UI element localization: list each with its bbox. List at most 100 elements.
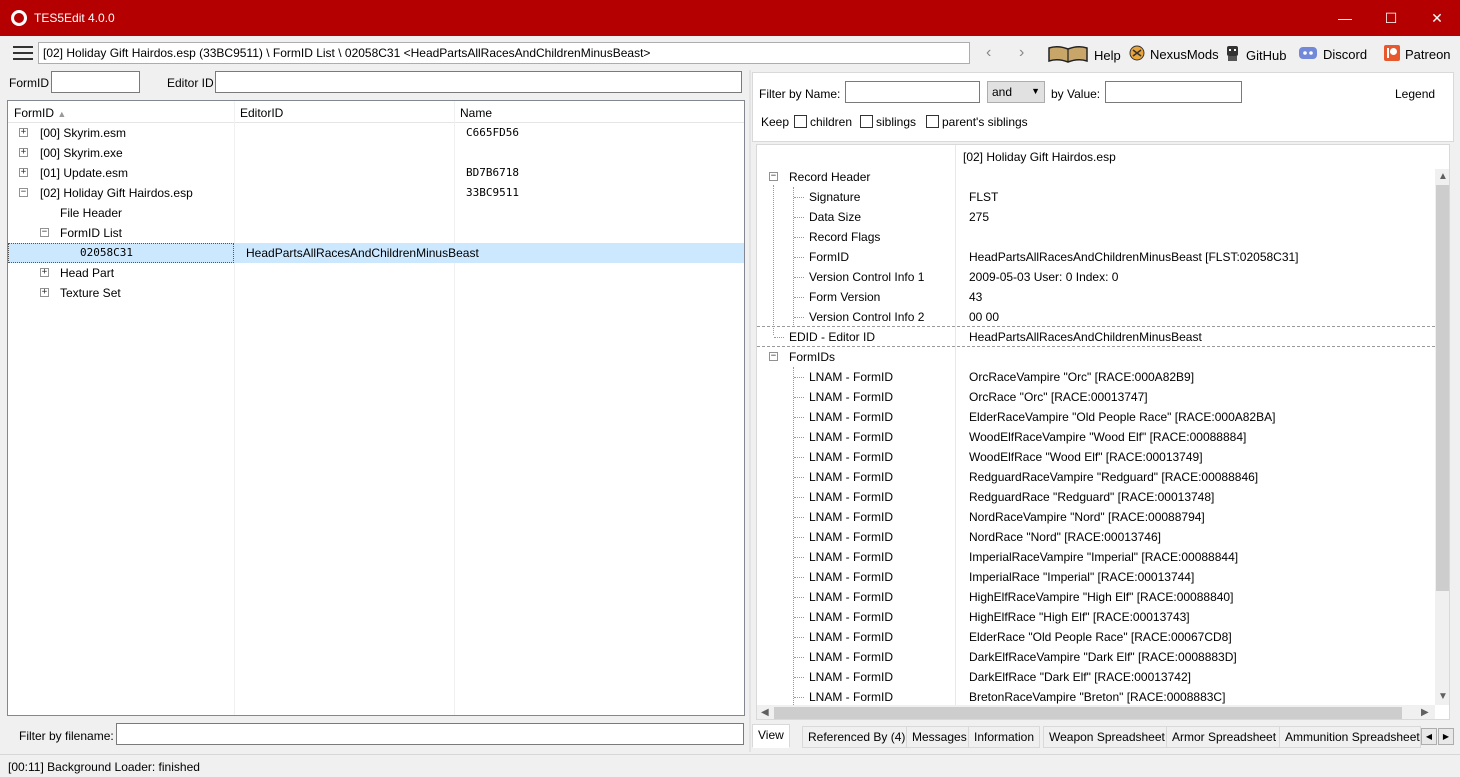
close-button[interactable]: ✕ [1414, 0, 1460, 36]
grid-row[interactable]: LNAM - FormID ElderRaceVampire "Old Peopl… [757, 407, 1435, 427]
grid-row[interactable]: Record Flags [757, 227, 1435, 247]
collapse-minus-icon[interactable]: − [769, 352, 778, 361]
left-filter-bar: FormID Editor ID [0, 70, 748, 98]
keep-parents-siblings-checkbox[interactable] [926, 115, 939, 128]
tab-messages[interactable]: Messages [906, 726, 973, 748]
tree-header: FormID ▲ EditorID Name [8, 101, 744, 128]
tab-ammunition-spreadsheet[interactable]: Ammunition Spreadsheet [1279, 726, 1421, 748]
column-header-formid[interactable]: FormID ▲ [14, 106, 66, 120]
scroll-right-icon[interactable]: ▶ [1421, 707, 1429, 718]
grid-row[interactable]: LNAM - FormID NordRace "Nord" [RACE:00013… [757, 527, 1435, 547]
record-view-grid[interactable]: [02] Holiday Gift Hairdos.esp − Record H… [756, 144, 1450, 720]
editorid-filter-input[interactable] [215, 71, 742, 93]
patreon-link[interactable]: Patreon [1384, 45, 1451, 64]
grid-row[interactable]: LNAM - FormID RedguardRace "Redguard" [RA… [757, 487, 1435, 507]
horizontal-scroll-thumb[interactable] [774, 707, 1402, 719]
tree-row[interactable]: + Head Part [8, 263, 744, 283]
filter-by-name-label: Filter by Name: [759, 87, 841, 101]
filter-by-name-input[interactable] [845, 81, 980, 103]
record-tree[interactable]: FormID ▲ EditorID Name + [00] Skyrim.esm… [7, 100, 745, 716]
nexusmods-label: NexusMods [1150, 47, 1219, 62]
scroll-left-icon[interactable]: ◀ [761, 707, 769, 718]
keep-children-checkbox[interactable] [794, 115, 807, 128]
view-filter-panel: Filter by Name: and ▼ by Value: Legend K… [752, 72, 1454, 142]
tab-armor-spreadsheet[interactable]: Armor Spreadsheet [1166, 726, 1283, 748]
column-header-editorid[interactable]: EditorID [240, 106, 283, 120]
grid-row[interactable]: LNAM - FormID HighElfRace "High Elf" [RAC… [757, 607, 1435, 627]
grid-row[interactable]: LNAM - FormID WoodElfRace "Wood Elf" [RAC… [757, 447, 1435, 467]
collapse-minus-icon[interactable]: − [769, 172, 778, 181]
filter-operator-select[interactable]: and ▼ [987, 81, 1045, 103]
horizontal-scrollbar[interactable]: ◀ ▶ [757, 705, 1435, 719]
expand-plus-icon[interactable]: + [19, 128, 28, 137]
minimize-button[interactable]: — [1322, 0, 1368, 36]
by-value-input[interactable] [1105, 81, 1242, 103]
expand-plus-icon[interactable]: + [19, 148, 28, 157]
tree-row[interactable]: File Header [8, 203, 744, 223]
grid-row[interactable]: Data Size 275 [757, 207, 1435, 227]
column-header-name[interactable]: Name [460, 106, 492, 120]
grid-row[interactable]: LNAM - FormID HighElfRaceVampire "High El… [757, 587, 1435, 607]
back-arrow-icon[interactable]: ‹ [986, 44, 991, 62]
discord-link[interactable]: Discord [1298, 45, 1367, 64]
grid-row[interactable]: LNAM - FormID BretonRaceVampire "Breton" … [757, 687, 1435, 707]
legend-button[interactable]: Legend [1395, 87, 1435, 101]
panel-splitter[interactable] [749, 70, 751, 752]
tree-row[interactable]: + [00] Skyrim.esm C665FD56 [8, 123, 744, 143]
github-link[interactable]: GitHub [1224, 45, 1286, 65]
forward-arrow-icon[interactable]: › [1019, 44, 1024, 62]
collapse-minus-icon[interactable]: − [40, 228, 49, 237]
status-bar: [00:11] Background Loader: finished [0, 754, 1460, 777]
keep-siblings-checkbox[interactable] [860, 115, 873, 128]
expand-plus-icon[interactable]: + [40, 288, 49, 297]
grid-row[interactable]: LNAM - FormID DarkElfRace "Dark Elf" [RAC… [757, 667, 1435, 687]
nexusmods-link[interactable]: NexusMods [1129, 45, 1219, 64]
grid-row[interactable]: LNAM - FormID OrcRaceVampire "Orc" [RACE:… [757, 367, 1435, 387]
edid-row[interactable]: EDID - Editor ID HeadPartsAllRacesAndChi… [757, 327, 1435, 347]
tab-scroll-right-icon[interactable]: ▶ [1438, 728, 1454, 745]
grid-row[interactable]: LNAM - FormID ElderRace "Old People Race"… [757, 627, 1435, 647]
tree-row[interactable]: + [01] Update.esm BD7B6718 [8, 163, 744, 183]
record-path-field[interactable]: [02] Holiday Gift Hairdos.esp (33BC9511)… [38, 42, 970, 64]
grid-row[interactable]: LNAM - FormID OrcRace "Orc" [RACE:0001374… [757, 387, 1435, 407]
vertical-scrollbar[interactable]: ▲ ▼ [1435, 169, 1449, 705]
tree-row-selected[interactable]: 02058C31 HeadPartsAllRacesAndChildrenMin… [8, 243, 744, 263]
tab-information[interactable]: Information [968, 726, 1041, 748]
tree-row[interactable]: + Texture Set [8, 283, 744, 303]
tab-scroll-left-icon[interactable]: ◀ [1421, 728, 1437, 745]
formids-group-row[interactable]: − FormIDs [757, 347, 1435, 367]
tree-row[interactable]: − FormID List [8, 223, 744, 243]
file-column-header: [02] Holiday Gift Hairdos.esp [963, 150, 1116, 164]
grid-row[interactable]: LNAM - FormID NordRaceVampire "Nord" [RAC… [757, 507, 1435, 527]
tab-view[interactable]: View [752, 724, 790, 748]
expand-plus-icon[interactable]: + [19, 168, 28, 177]
filename-filter-label: Filter by filename: [19, 729, 114, 743]
scroll-down-icon[interactable]: ▼ [1438, 691, 1448, 702]
grid-row[interactable]: Signature FLST [757, 187, 1435, 207]
keep-label: Keep [761, 115, 790, 129]
grid-row[interactable]: Version Control Info 2 00 00 [757, 307, 1435, 327]
hamburger-menu-icon[interactable] [13, 46, 33, 60]
grid-row[interactable]: LNAM - FormID ImperialRace "Imperial" [RA… [757, 567, 1435, 587]
help-label: Help [1094, 48, 1121, 63]
grid-row[interactable]: LNAM - FormID RedguardRaceVampire "Redgua… [757, 467, 1435, 487]
filename-filter-input[interactable] [116, 723, 744, 745]
maximize-button[interactable]: ☐ [1368, 0, 1414, 36]
grid-row[interactable]: Version Control Info 1 2009-05-03 User: 0… [757, 267, 1435, 287]
grid-row[interactable]: LNAM - FormID WoodElfRaceVampire "Wood El… [757, 427, 1435, 447]
tab-weapon-spreadsheet[interactable]: Weapon Spreadsheet [1043, 726, 1171, 748]
scroll-up-icon[interactable]: ▲ [1438, 171, 1448, 182]
tree-row[interactable]: + [00] Skyrim.exe [8, 143, 744, 163]
tab-referenced-by[interactable]: Referenced By (4) [802, 726, 912, 748]
grid-row[interactable]: FormID HeadPartsAllRacesAndChildrenMinusB… [757, 247, 1435, 267]
grid-row[interactable]: LNAM - FormID DarkElfRaceVampire "Dark El… [757, 647, 1435, 667]
record-header-row[interactable]: − Record Header [757, 167, 1435, 187]
expand-plus-icon[interactable]: + [40, 268, 49, 277]
grid-row[interactable]: LNAM - FormID ImperialRaceVampire "Imperi… [757, 547, 1435, 567]
collapse-minus-icon[interactable]: − [19, 188, 28, 197]
tree-row[interactable]: − [02] Holiday Gift Hairdos.esp 33BC9511 [8, 183, 744, 203]
grid-row[interactable]: Form Version 43 [757, 287, 1435, 307]
vertical-scroll-thumb[interactable] [1436, 185, 1449, 591]
help-link[interactable]: Help [1047, 45, 1121, 66]
formid-filter-input[interactable] [51, 71, 140, 93]
